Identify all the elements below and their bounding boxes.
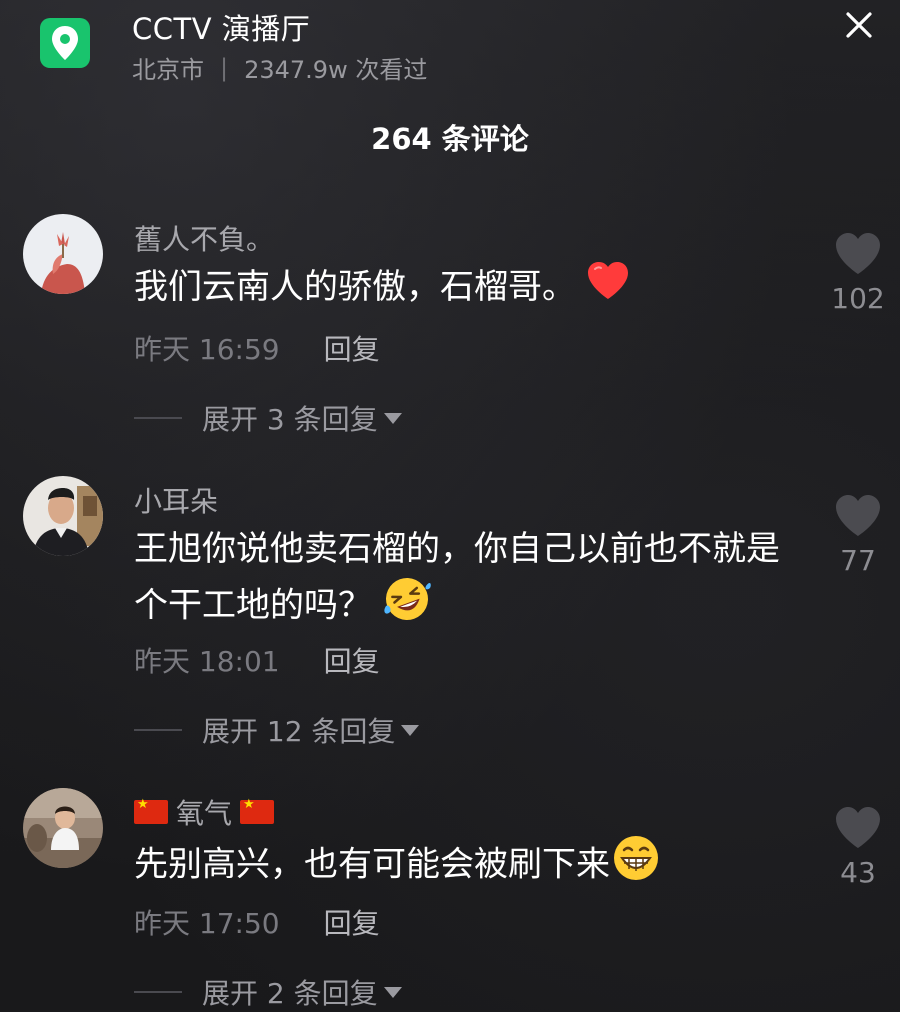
comment-time: 昨天 17:50 — [134, 907, 280, 940]
comment-item: 舊人不負。 我们云南人的骄傲，石榴哥。 昨天 16:59 回复 展开 3 条回复… — [0, 214, 900, 436]
caret-down-icon — [401, 724, 420, 736]
expand-replies-button[interactable]: 展开 3 条回复 — [134, 398, 402, 438]
china-flag-icon — [134, 797, 168, 824]
location-subtitle: 北京市 | 2347.9w 次看过 — [132, 50, 427, 85]
avatar[interactable] — [23, 788, 103, 868]
avatar[interactable] — [23, 214, 103, 294]
expand-replies-button[interactable]: 展开 2 条回复 — [134, 972, 402, 1012]
like-button[interactable]: 77 — [818, 494, 898, 577]
reply-button[interactable]: 回复 — [324, 902, 380, 942]
comment-item: 氧气 先别高兴，也有可能会被刷下来 昨天 17:50 回复 展开 2 条回复 4… — [0, 788, 900, 1010]
like-count: 102 — [831, 282, 885, 315]
heart-icon — [836, 495, 880, 536]
divider-line — [134, 729, 182, 731]
comment-text: 先别高兴，也有可能会被刷下来 — [134, 834, 794, 898]
divider-line — [134, 991, 182, 993]
red-heart-icon — [586, 261, 630, 317]
comment-text-content: 我们云南人的骄傲，石榴哥。 — [134, 267, 576, 307]
expand-replies-label: 展开 12 条回复 — [202, 715, 396, 748]
heart-icon — [836, 807, 880, 848]
comment-username[interactable]: 舊人不負。 — [134, 218, 274, 258]
close-icon — [846, 12, 872, 38]
divider-line — [134, 417, 182, 419]
reply-button[interactable]: 回复 — [324, 328, 380, 368]
comment-meta: 昨天 16:59 回复 — [134, 328, 380, 368]
comment-text-content: 王旭你说他卖石榴的，你自己以前也不就是个干工地的吗？ — [134, 529, 780, 626]
location-pin-icon[interactable] — [40, 18, 90, 68]
comment-meta: 昨天 17:50 回复 — [134, 902, 380, 942]
comment-text-content: 先别高兴，也有可能会被刷下来 — [134, 844, 610, 885]
close-button[interactable] — [838, 4, 880, 46]
heart-icon — [836, 233, 880, 274]
expand-replies-button[interactable]: 展开 12 条回复 — [134, 710, 420, 750]
like-count: 77 — [840, 544, 876, 577]
comment-meta: 昨天 18:01 回复 — [134, 640, 380, 680]
expand-replies-label: 展开 2 条回复 — [202, 977, 378, 1010]
comment-item: 小耳朵 王旭你说他卖石榴的，你自己以前也不就是个干工地的吗？ 昨天 18:01 … — [0, 476, 900, 756]
location-city: 北京市 — [132, 56, 204, 84]
comment-username-row: 氧气 — [134, 792, 275, 832]
like-button[interactable]: 102 — [818, 232, 898, 315]
comment-time: 昨天 16:59 — [134, 333, 280, 366]
reply-button[interactable]: 回复 — [324, 640, 380, 680]
view-count: 2347.9w 次看过 — [244, 56, 428, 84]
china-flag-icon — [240, 797, 275, 824]
comment-text: 我们云南人的骄傲，石榴哥。 — [134, 260, 794, 317]
comment-username[interactable]: 小耳朵 — [134, 480, 218, 520]
avatar[interactable] — [23, 476, 103, 556]
location-header: CCTV 演播厅 北京市 | 2347.9w 次看过 — [0, 0, 900, 100]
comment-username[interactable]: 氧气 — [176, 792, 232, 832]
caret-down-icon — [383, 412, 402, 424]
like-button[interactable]: 43 — [818, 806, 898, 889]
like-count: 43 — [840, 856, 876, 889]
location-title[interactable]: CCTV 演播厅 — [132, 6, 310, 48]
comment-count-title: 264 条评论 — [371, 122, 529, 156]
rolling-laughing-emoji-icon — [382, 576, 432, 638]
grinning-emoji-icon — [612, 834, 660, 898]
comment-text: 王旭你说他卖石榴的，你自己以前也不就是个干工地的吗？ — [134, 522, 794, 638]
expand-replies-label: 展开 3 条回复 — [202, 403, 378, 436]
separator: | — [220, 53, 229, 82]
comment-time: 昨天 18:01 — [134, 645, 280, 678]
caret-down-icon — [383, 986, 402, 998]
